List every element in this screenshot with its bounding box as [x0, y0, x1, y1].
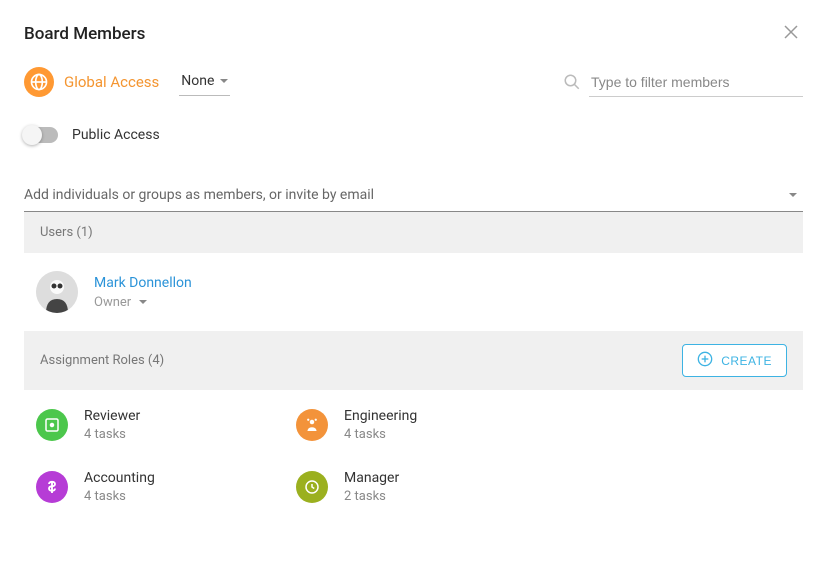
global-access-label: Global Access — [64, 73, 159, 91]
roles-section-header: Assignment Roles (4) CREATE — [24, 331, 803, 390]
add-members-placeholder: Add individuals or groups as members, or… — [24, 187, 374, 203]
page-title: Board Members — [24, 24, 145, 44]
role-tasks: 4 tasks — [84, 427, 140, 442]
role-name: Reviewer — [84, 408, 140, 424]
role-icon — [296, 409, 328, 441]
role-tasks: 4 tasks — [344, 427, 417, 442]
globe-icon — [24, 67, 54, 97]
role-item[interactable]: Manager 2 tasks — [296, 470, 556, 504]
role-icon — [296, 471, 328, 503]
search-icon — [563, 73, 581, 91]
user-role-select[interactable]: Owner — [94, 295, 192, 310]
public-access-toggle[interactable] — [24, 127, 58, 143]
role-name: Engineering — [344, 408, 417, 424]
users-section-header: Users (1) — [24, 212, 803, 253]
chevron-down-icon — [139, 300, 147, 304]
role-icon — [36, 409, 68, 441]
close-button[interactable] — [779, 20, 803, 47]
roles-section-label: Assignment Roles (4) — [40, 353, 164, 368]
role-tasks: 4 tasks — [84, 489, 155, 504]
role-tasks: 2 tasks — [344, 489, 399, 504]
public-access-label: Public Access — [72, 127, 160, 143]
search-input[interactable] — [589, 68, 803, 97]
avatar — [36, 271, 78, 313]
create-role-button[interactable]: CREATE — [682, 344, 787, 377]
role-item[interactable]: Engineering 4 tasks — [296, 408, 556, 442]
chevron-down-icon — [789, 193, 797, 197]
user-name-link[interactable]: Mark Donnellon — [94, 275, 192, 291]
plus-circle-icon — [697, 351, 713, 370]
role-name: Manager — [344, 470, 399, 486]
role-name: Accounting — [84, 470, 155, 486]
role-item[interactable]: Reviewer 4 tasks — [36, 408, 296, 442]
role-icon — [36, 471, 68, 503]
create-button-label: CREATE — [721, 354, 772, 368]
user-row: Mark Donnellon Owner — [24, 253, 803, 331]
add-members-input[interactable]: Add individuals or groups as members, or… — [24, 179, 803, 212]
global-access: Global Access — [24, 67, 159, 97]
role-item[interactable]: Accounting 4 tasks — [36, 470, 296, 504]
global-access-select[interactable]: None — [179, 69, 230, 96]
chevron-down-icon — [220, 79, 228, 83]
global-access-value: None — [181, 73, 214, 89]
close-icon — [783, 24, 799, 43]
users-section-label: Users (1) — [40, 225, 93, 240]
user-role-label: Owner — [94, 295, 131, 310]
